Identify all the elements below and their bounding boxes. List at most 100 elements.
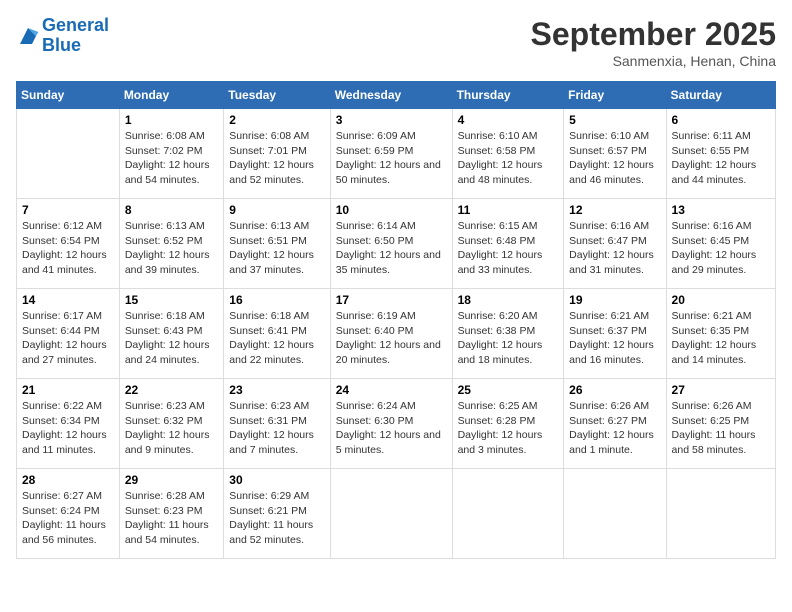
day-info: Sunrise: 6:26 AM Sunset: 6:25 PM Dayligh… — [672, 399, 770, 458]
day-info: Sunrise: 6:16 AM Sunset: 6:45 PM Dayligh… — [672, 219, 770, 278]
month-title: September 2025 — [531, 16, 776, 53]
day-cell: 22 Sunrise: 6:23 AM Sunset: 6:32 PM Dayli… — [119, 379, 223, 469]
day-number: 26 — [569, 383, 660, 397]
day-info: Sunrise: 6:16 AM Sunset: 6:47 PM Dayligh… — [569, 219, 660, 278]
day-info: Sunrise: 6:23 AM Sunset: 6:32 PM Dayligh… — [125, 399, 218, 458]
day-info: Sunrise: 6:15 AM Sunset: 6:48 PM Dayligh… — [458, 219, 559, 278]
day-number: 3 — [336, 113, 447, 127]
day-number: 13 — [672, 203, 770, 217]
day-info: Sunrise: 6:27 AM Sunset: 6:24 PM Dayligh… — [22, 489, 114, 548]
day-number: 7 — [22, 203, 114, 217]
week-row-1: 1 Sunrise: 6:08 AM Sunset: 7:02 PM Daylig… — [17, 109, 776, 199]
day-cell — [564, 469, 666, 559]
day-info: Sunrise: 6:25 AM Sunset: 6:28 PM Dayligh… — [458, 399, 559, 458]
week-row-4: 21Sunrise: 6:22 AM Sunset: 6:34 PM Dayli… — [17, 379, 776, 469]
day-cell: 6 Sunrise: 6:11 AM Sunset: 6:55 PM Daylig… — [666, 109, 775, 199]
day-cell: 28 Sunrise: 6:27 AM Sunset: 6:24 PM Dayli… — [17, 469, 120, 559]
header-saturday: Saturday — [666, 82, 775, 109]
calendar-table: SundayMondayTuesdayWednesdayThursdayFrid… — [16, 81, 776, 559]
week-row-3: 14 Sunrise: 6:17 AM Sunset: 6:44 PM Dayli… — [17, 289, 776, 379]
day-number: 17 — [336, 293, 447, 307]
day-number: 28 — [22, 473, 114, 487]
day-info: Sunrise: 6:23 AM Sunset: 6:31 PM Dayligh… — [229, 399, 324, 458]
day-info: Sunrise: 6:19 AM Sunset: 6:40 PM Dayligh… — [336, 309, 447, 368]
days-header-row: SundayMondayTuesdayWednesdayThursdayFrid… — [17, 82, 776, 109]
day-info: Sunrise: 6:20 AM Sunset: 6:38 PM Dayligh… — [458, 309, 559, 368]
header-tuesday: Tuesday — [224, 82, 330, 109]
day-number: 20 — [672, 293, 770, 307]
day-info: Sunrise: 6:26 AM Sunset: 6:27 PM Dayligh… — [569, 399, 660, 458]
day-cell: 3 Sunrise: 6:09 AM Sunset: 6:59 PM Daylig… — [330, 109, 452, 199]
day-info: Sunrise: 6:21 AM Sunset: 6:35 PM Dayligh… — [672, 309, 770, 368]
day-info: Sunrise: 6:14 AM Sunset: 6:50 PM Dayligh… — [336, 219, 447, 278]
day-number: 12 — [569, 203, 660, 217]
day-cell: 17 Sunrise: 6:19 AM Sunset: 6:40 PM Dayli… — [330, 289, 452, 379]
day-cell: 14 Sunrise: 6:17 AM Sunset: 6:44 PM Dayli… — [17, 289, 120, 379]
day-cell: 23 Sunrise: 6:23 AM Sunset: 6:31 PM Dayli… — [224, 379, 330, 469]
location-subtitle: Sanmenxia, Henan, China — [531, 53, 776, 69]
day-cell: 25 Sunrise: 6:25 AM Sunset: 6:28 PM Dayli… — [452, 379, 564, 469]
day-info: Sunrise: 6:10 AM Sunset: 6:58 PM Dayligh… — [458, 129, 559, 188]
day-info: Sunrise: 6:29 AM Sunset: 6:21 PM Dayligh… — [229, 489, 324, 548]
day-number: 30 — [229, 473, 324, 487]
day-info: Sunrise: 6:09 AM Sunset: 6:59 PM Dayligh… — [336, 129, 447, 188]
day-info: Sunrise: 6:11 AM Sunset: 6:55 PM Dayligh… — [672, 129, 770, 188]
day-cell: 4 Sunrise: 6:10 AM Sunset: 6:58 PM Daylig… — [452, 109, 564, 199]
day-cell: 30 Sunrise: 6:29 AM Sunset: 6:21 PM Dayli… — [224, 469, 330, 559]
day-cell: 15 Sunrise: 6:18 AM Sunset: 6:43 PM Dayli… — [119, 289, 223, 379]
day-cell: 1 Sunrise: 6:08 AM Sunset: 7:02 PM Daylig… — [119, 109, 223, 199]
day-info: Sunrise: 6:12 AM Sunset: 6:54 PM Dayligh… — [22, 219, 114, 278]
day-cell: 10 Sunrise: 6:14 AM Sunset: 6:50 PM Dayli… — [330, 199, 452, 289]
week-row-2: 7 Sunrise: 6:12 AM Sunset: 6:54 PM Daylig… — [17, 199, 776, 289]
header-sunday: Sunday — [17, 82, 120, 109]
day-cell: 18 Sunrise: 6:20 AM Sunset: 6:38 PM Dayli… — [452, 289, 564, 379]
page-header: General Blue September 2025 Sanmenxia, H… — [16, 16, 776, 69]
day-cell — [666, 469, 775, 559]
day-cell: 27 Sunrise: 6:26 AM Sunset: 6:25 PM Dayli… — [666, 379, 775, 469]
day-number: 2 — [229, 113, 324, 127]
title-block: September 2025 Sanmenxia, Henan, China — [531, 16, 776, 69]
day-cell: 13 Sunrise: 6:16 AM Sunset: 6:45 PM Dayli… — [666, 199, 775, 289]
day-number: 24 — [336, 383, 447, 397]
day-cell: 9Sunrise: 6:13 AM Sunset: 6:51 PM Daylig… — [224, 199, 330, 289]
day-cell: 20 Sunrise: 6:21 AM Sunset: 6:35 PM Dayli… — [666, 289, 775, 379]
day-number: 14 — [22, 293, 114, 307]
day-number: 4 — [458, 113, 559, 127]
day-info: Sunrise: 6:13 AM Sunset: 6:51 PM Dayligh… — [229, 219, 324, 278]
day-number: 23 — [229, 383, 324, 397]
logo-icon — [16, 24, 40, 48]
day-number: 27 — [672, 383, 770, 397]
day-number: 11 — [458, 203, 559, 217]
day-cell: 21Sunrise: 6:22 AM Sunset: 6:34 PM Dayli… — [17, 379, 120, 469]
day-info: Sunrise: 6:18 AM Sunset: 6:43 PM Dayligh… — [125, 309, 218, 368]
day-cell: 24 Sunrise: 6:24 AM Sunset: 6:30 PM Dayli… — [330, 379, 452, 469]
day-cell: 8Sunrise: 6:13 AM Sunset: 6:52 PM Daylig… — [119, 199, 223, 289]
day-cell — [17, 109, 120, 199]
day-number: 6 — [672, 113, 770, 127]
logo: General Blue — [16, 16, 109, 56]
day-number: 29 — [125, 473, 218, 487]
header-monday: Monday — [119, 82, 223, 109]
day-number: 10 — [336, 203, 447, 217]
day-number: 1 — [125, 113, 218, 127]
day-number: 8 — [125, 203, 218, 217]
day-number: 5 — [569, 113, 660, 127]
day-cell — [452, 469, 564, 559]
day-cell: 2 Sunrise: 6:08 AM Sunset: 7:01 PM Daylig… — [224, 109, 330, 199]
day-info: Sunrise: 6:28 AM Sunset: 6:23 PM Dayligh… — [125, 489, 218, 548]
day-cell: 26 Sunrise: 6:26 AM Sunset: 6:27 PM Dayli… — [564, 379, 666, 469]
day-info: Sunrise: 6:21 AM Sunset: 6:37 PM Dayligh… — [569, 309, 660, 368]
day-info: Sunrise: 6:08 AM Sunset: 7:02 PM Dayligh… — [125, 129, 218, 188]
day-info: Sunrise: 6:08 AM Sunset: 7:01 PM Dayligh… — [229, 129, 324, 188]
day-info: Sunrise: 6:17 AM Sunset: 6:44 PM Dayligh… — [22, 309, 114, 368]
day-cell: 19Sunrise: 6:21 AM Sunset: 6:37 PM Dayli… — [564, 289, 666, 379]
day-info: Sunrise: 6:22 AM Sunset: 6:34 PM Dayligh… — [22, 399, 114, 458]
day-number: 22 — [125, 383, 218, 397]
day-info: Sunrise: 6:24 AM Sunset: 6:30 PM Dayligh… — [336, 399, 447, 458]
day-info: Sunrise: 6:18 AM Sunset: 6:41 PM Dayligh… — [229, 309, 324, 368]
day-number: 15 — [125, 293, 218, 307]
day-number: 25 — [458, 383, 559, 397]
day-cell: 7 Sunrise: 6:12 AM Sunset: 6:54 PM Daylig… — [17, 199, 120, 289]
day-number: 18 — [458, 293, 559, 307]
header-friday: Friday — [564, 82, 666, 109]
